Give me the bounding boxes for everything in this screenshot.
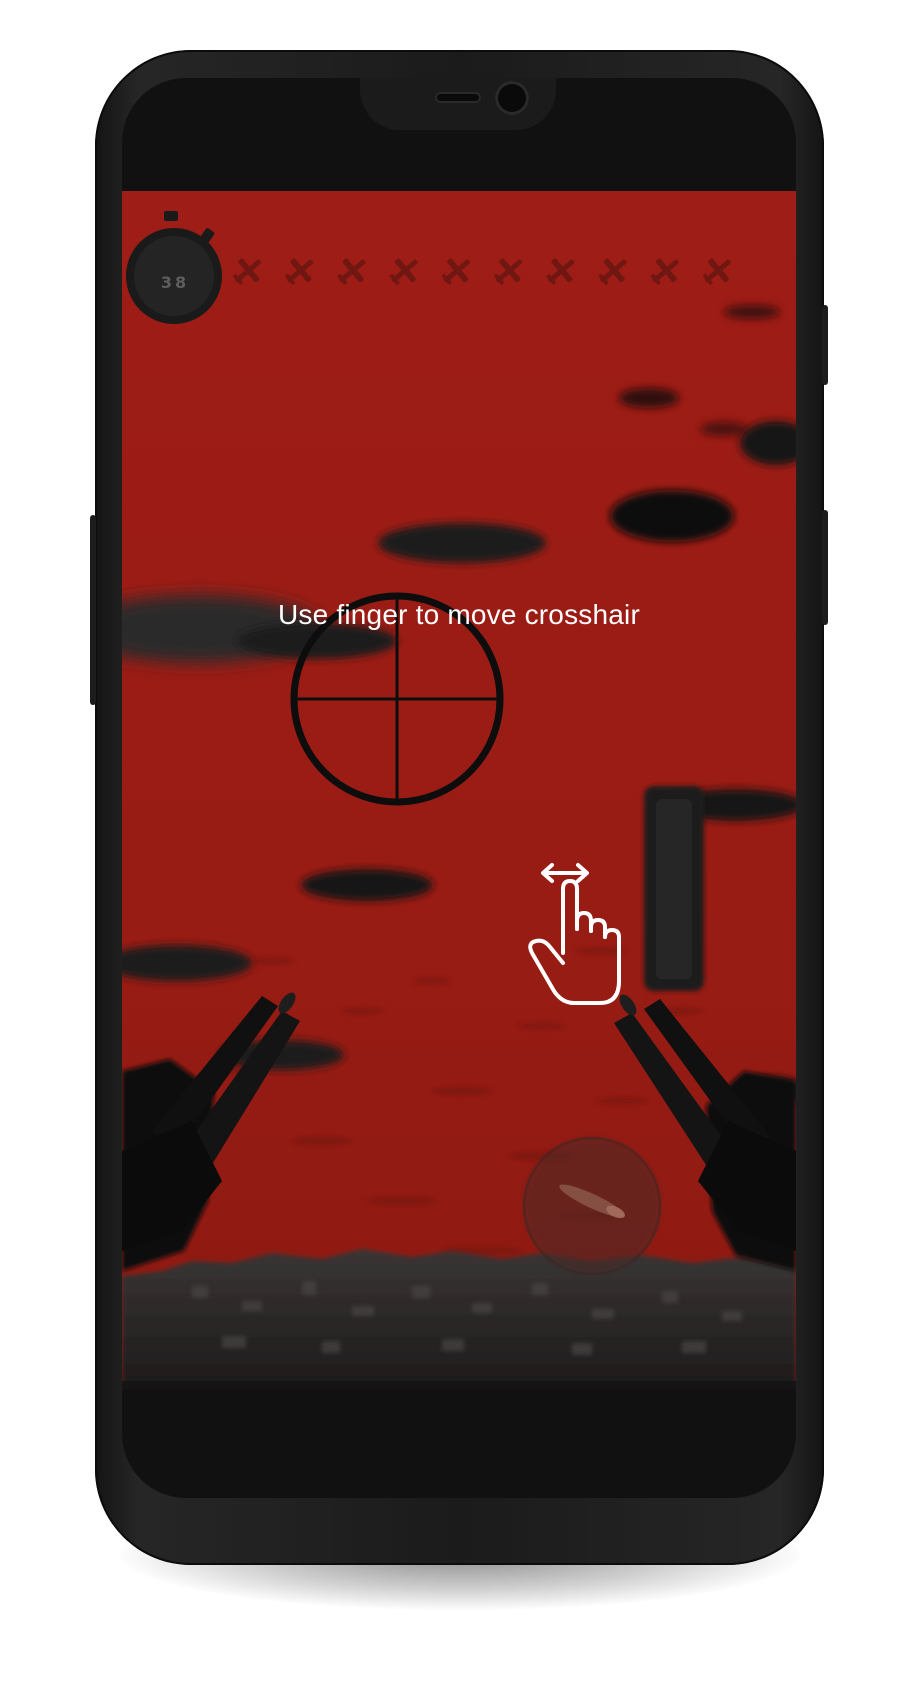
side-button-left [90, 515, 96, 705]
fire-button[interactable] [522, 1136, 662, 1276]
screenshot-stage: 38 Use finger to move crosshair [0, 0, 918, 1701]
power-button [822, 305, 828, 385]
cloud [610, 490, 734, 542]
cloud [301, 869, 433, 901]
earpiece-speaker [435, 92, 481, 103]
tutorial-hint-text: Use finger to move crosshair [278, 599, 640, 630]
cloud [700, 422, 748, 436]
cloud [724, 305, 780, 319]
city-skyline [122, 1249, 796, 1389]
volume-button [822, 510, 828, 625]
cloud [619, 388, 679, 408]
game-scene [122, 191, 796, 1389]
cloud [378, 523, 546, 563]
power-gauge [644, 786, 704, 991]
game-viewport[interactable]: 38 Use finger to move crosshair [122, 191, 796, 1389]
timer-value: 38 [160, 273, 190, 292]
front-camera [495, 81, 529, 115]
